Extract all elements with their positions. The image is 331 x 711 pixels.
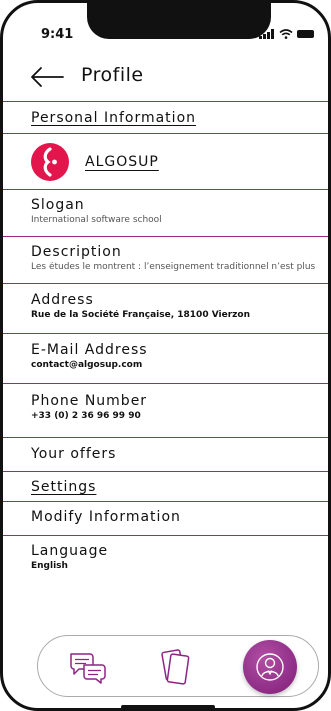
status-icons — [259, 29, 314, 39]
your-offers-label: Your offers — [31, 446, 117, 462]
field-description: Description Les études le montrent : l’e… — [3, 236, 328, 283]
address-value: Rue de la Société Française, 18100 Vierz… — [31, 310, 250, 320]
cards-icon — [161, 649, 190, 685]
tab-offers[interactable] — [154, 646, 198, 690]
profile-list: Personal Information ALGOSUP Slogan Inte… — [3, 101, 328, 595]
slogan-label: Slogan — [31, 197, 85, 213]
status-time: 9:41 — [41, 27, 74, 42]
algosup-logo — [31, 142, 69, 181]
section-title: Personal Information — [31, 110, 197, 126]
field-phone: Phone Number +33 (0) 2 36 96 99 90 — [3, 383, 328, 437]
modify-information-label: Modify Information — [31, 509, 181, 525]
slogan-value: International software school — [31, 215, 162, 225]
field-language[interactable]: Language English — [3, 535, 328, 595]
home-indicator — [121, 705, 215, 708]
menu-modify-information[interactable]: Modify Information — [3, 501, 328, 535]
email-label: E-Mail Address — [31, 342, 148, 358]
phone-value: +33 (0) 2 36 96 99 90 — [31, 411, 141, 421]
email-value: contact@algosup.com — [31, 360, 143, 370]
phone-frame: 9:41 Profile Personal Information ALGOSU… — [0, 0, 331, 711]
notch — [87, 3, 271, 39]
description-label: Description — [31, 244, 122, 260]
address-label: Address — [31, 292, 94, 308]
language-label: Language — [31, 543, 109, 559]
header: Profile — [3, 53, 328, 101]
tab-profile[interactable] — [243, 640, 297, 694]
section-personal-information: Personal Information — [3, 101, 328, 133]
field-address: Address Rue de la Société Française, 181… — [3, 283, 328, 333]
field-email: E-Mail Address contact@algosup.com — [3, 333, 328, 383]
profile-icon — [256, 653, 284, 681]
description-value: Les études le montrent : l’enseignement … — [31, 262, 316, 272]
menu-your-offers[interactable]: Your offers — [3, 437, 328, 471]
bottom-tab-bar — [37, 635, 319, 697]
brand-row[interactable]: ALGOSUP — [3, 133, 328, 189]
wifi-icon — [279, 29, 293, 39]
language-value: English — [31, 561, 68, 571]
battery-icon — [297, 30, 314, 38]
back-arrow-icon[interactable] — [29, 65, 65, 89]
tab-messages[interactable] — [66, 646, 110, 690]
signal-icon — [259, 29, 274, 39]
phone-label: Phone Number — [31, 393, 148, 409]
brand-name[interactable]: ALGOSUP — [85, 154, 159, 170]
page-title: Profile — [81, 64, 144, 86]
section-title: Settings — [31, 479, 97, 495]
section-settings: Settings — [3, 471, 328, 501]
field-slogan: Slogan International software school — [3, 189, 328, 236]
chat-bubbles-icon — [70, 653, 106, 684]
